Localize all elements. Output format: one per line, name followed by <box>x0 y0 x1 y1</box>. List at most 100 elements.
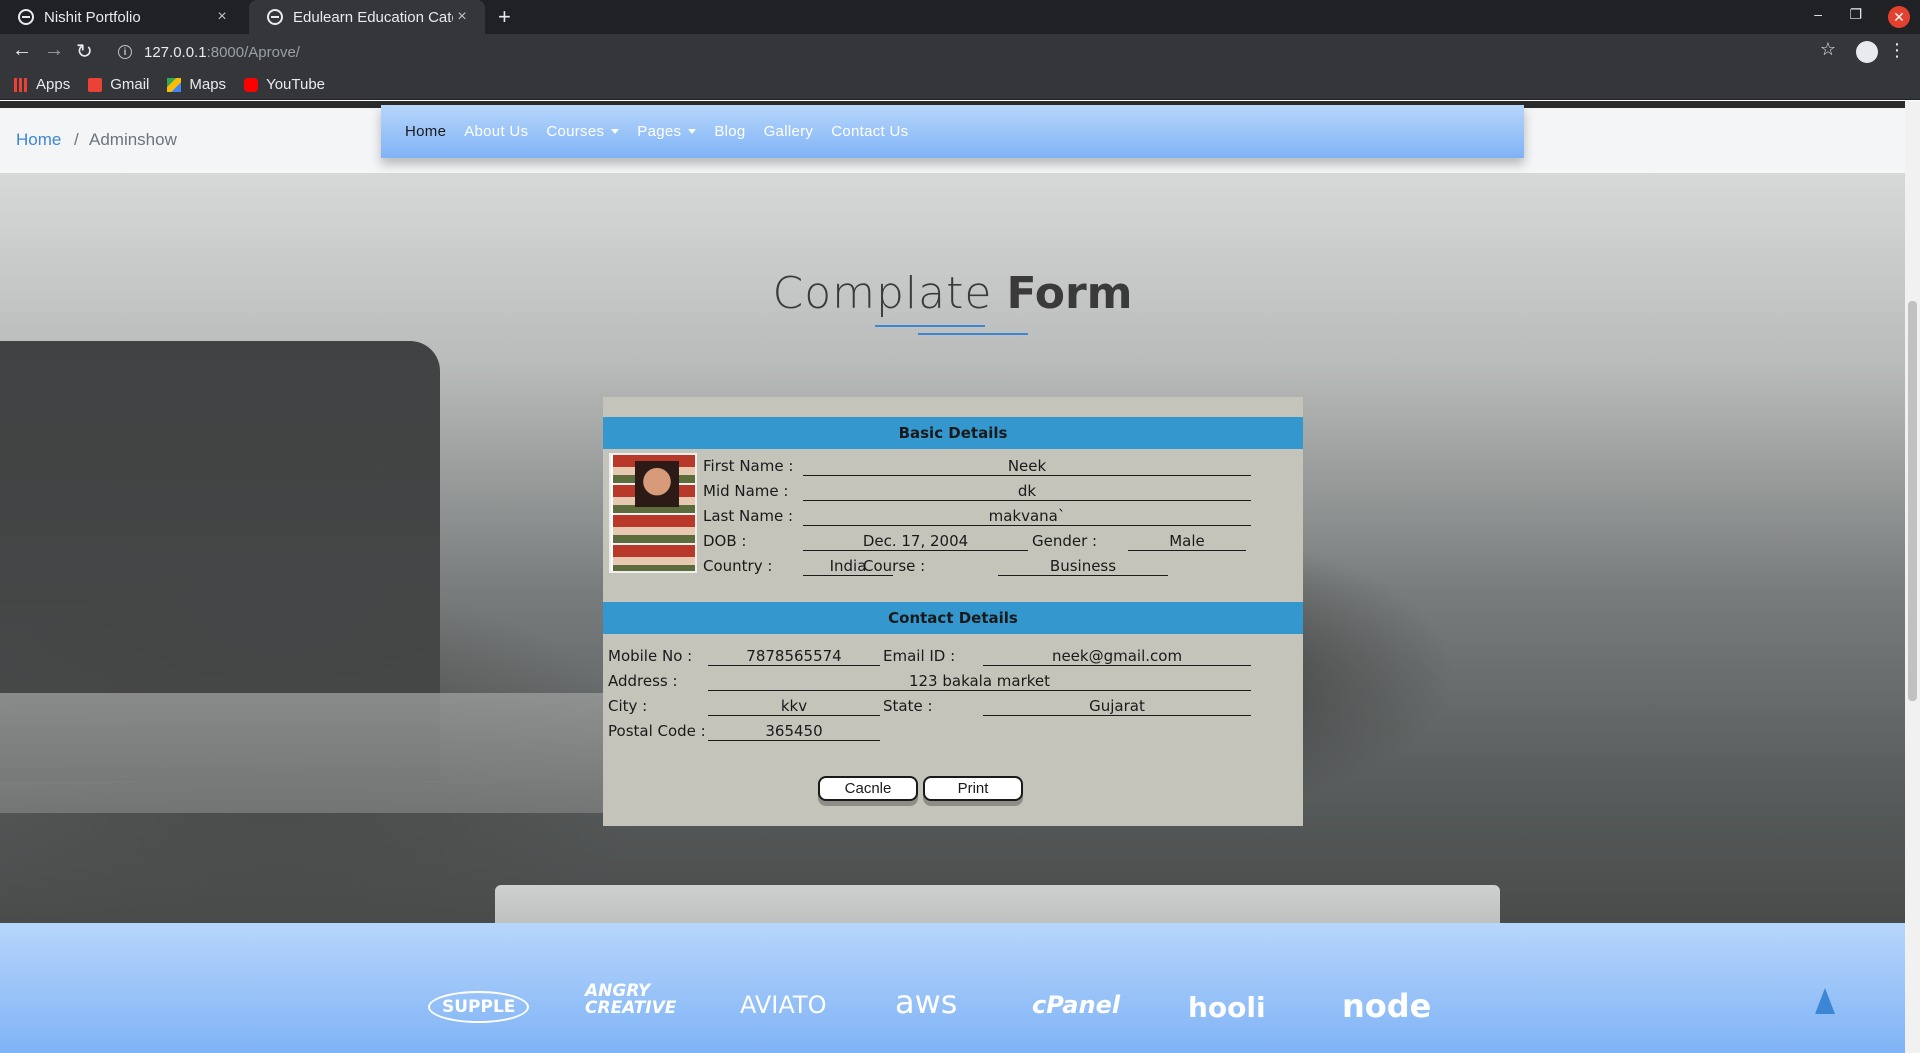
nav-home[interactable]: Home <box>405 123 446 140</box>
address-bar[interactable]: i 127.0.0.1:8000/Aprove/ <box>108 38 1824 66</box>
tab-title: Nishit Portfolio <box>44 8 141 26</box>
page-scrollbar[interactable] <box>1905 101 1920 1053</box>
postal-label: Postal Code : <box>608 722 706 740</box>
tab-nishit-portfolio[interactable]: Nishit Portfolio × <box>0 0 245 34</box>
basic-details-header: Basic Details <box>603 417 1303 449</box>
nav-about-us[interactable]: About Us <box>464 123 528 140</box>
url-path: :8000/Aprove/ <box>206 43 300 61</box>
address-value: 123 bakala market <box>708 672 1251 691</box>
contact-details-header: Contact Details <box>603 602 1303 634</box>
partner-logo-supple: SUPPLE <box>428 991 530 1023</box>
title-underline <box>875 325 985 327</box>
forward-icon[interactable]: → <box>44 39 64 62</box>
bookmark-star-icon[interactable]: ☆ <box>1820 39 1836 60</box>
new-tab-icon[interactable]: + <box>498 4 511 30</box>
background-laptop-base <box>0 693 700 813</box>
partner-logo-aws: aws <box>895 983 958 1021</box>
nav-contact-us[interactable]: Contact Us <box>831 123 908 140</box>
city-label: City : <box>608 697 648 715</box>
page-viewport: Home / Adminshow Complate Form Basic Det… <box>0 101 1905 1053</box>
nav-blog[interactable]: Blog <box>714 123 745 140</box>
bookmark-label: Gmail <box>110 76 150 93</box>
partner-logo-angry-creative: ANGRY CREATIVE <box>585 981 677 1018</box>
globe-icon <box>18 9 34 25</box>
gender-value: Male <box>1128 532 1246 551</box>
main-navbar: Home About Us Courses Pages Blog Gallery… <box>381 105 1524 158</box>
cancel-button[interactable]: Cacnle <box>818 776 918 801</box>
course-value: Business <box>998 557 1168 576</box>
menu-icon[interactable]: ⋮ <box>1888 40 1906 61</box>
back-icon[interactable]: ← <box>12 39 32 62</box>
country-label: Country : <box>703 557 773 575</box>
gmail-icon <box>88 77 103 92</box>
bookmark-apps[interactable]: Apps <box>14 76 70 93</box>
apps-icon <box>14 77 28 92</box>
bookmarks-bar: Apps Gmail Maps YouTube <box>0 70 1920 100</box>
profile-icon[interactable] <box>1856 41 1878 63</box>
back-to-top-icon[interactable] <box>1815 988 1835 1014</box>
scrollbar-thumb[interactable] <box>1908 301 1917 701</box>
browser-toolbar: ← → ↻ i 127.0.0.1:8000/Aprove/ ☆ ⋮ <box>0 34 1920 70</box>
nav-courses-label: Courses <box>546 123 605 140</box>
caret-down-icon <box>688 129 697 134</box>
dob-value: Dec. 17, 2004 <box>803 532 1028 551</box>
partner-logo-node: node <box>1342 987 1432 1025</box>
course-label: Course : <box>863 557 926 575</box>
nav-courses[interactable]: Courses <box>546 123 620 140</box>
close-tab-icon[interactable]: × <box>453 8 471 26</box>
nav-gallery[interactable]: Gallery <box>764 123 814 140</box>
mid-name-label: Mid Name : <box>703 482 789 500</box>
nav-pages-label: Pages <box>637 123 682 140</box>
gender-label: Gender : <box>1032 532 1098 550</box>
maps-icon <box>167 77 182 92</box>
bookmark-maps[interactable]: Maps <box>167 76 226 93</box>
close-tab-icon[interactable]: × <box>213 8 231 26</box>
address-label: Address : <box>608 672 678 690</box>
form-card: Basic Details First Name : Neek Mid Name… <box>603 397 1303 826</box>
title-bold: Form <box>1006 268 1133 319</box>
email-label: Email ID : <box>883 647 956 665</box>
partner-logo-aviato: AVIATO <box>740 991 827 1019</box>
globe-icon <box>267 9 283 25</box>
bookmark-label: Apps <box>36 76 71 93</box>
youtube-icon <box>244 77 259 92</box>
url-host: 127.0.0.1 <box>144 43 207 61</box>
mid-name-value: dk <box>803 482 1251 501</box>
breadcrumb-home-link[interactable]: Home <box>16 130 61 150</box>
city-value: kkv <box>708 697 880 716</box>
breadcrumb-separator: / <box>74 130 79 149</box>
print-button[interactable]: Print <box>923 776 1023 801</box>
state-label: State : <box>883 697 933 715</box>
hero-section: Complate Form Basic Details First Name :… <box>0 173 1905 923</box>
page-title: Complate Form <box>0 268 1905 319</box>
bookmark-youtube[interactable]: YouTube <box>244 76 325 93</box>
info-icon[interactable]: i <box>118 45 132 59</box>
profile-photo <box>609 453 697 573</box>
browser-tabstrip: Nishit Portfolio × Edulearn Education Ca… <box>0 0 1920 34</box>
reload-icon[interactable]: ↻ <box>76 39 93 64</box>
partner-logos: SUPPLE ANGRY CREATIVE AVIATO aws cPanel … <box>0 923 1905 1053</box>
first-name-label: First Name : <box>703 457 794 475</box>
last-name-value: makvana` <box>803 507 1251 526</box>
nav-pages[interactable]: Pages <box>637 123 697 140</box>
close-window-icon[interactable]: ✕ <box>1888 6 1910 28</box>
mobile-label: Mobile No : <box>608 647 693 665</box>
title-underline <box>918 333 1028 335</box>
tab-edulearn[interactable]: Edulearn Education Categ × <box>249 0 485 34</box>
email-value: neek@gmail.com <box>983 647 1251 666</box>
breadcrumb-current: Adminshow <box>89 130 177 149</box>
bookmark-label: YouTube <box>266 76 326 93</box>
last-name-label: Last Name : <box>703 507 794 525</box>
restore-icon[interactable]: ❐ <box>1849 6 1862 23</box>
partner-logo-hooli: hooli <box>1188 991 1266 1024</box>
title-light: Complate <box>772 268 993 319</box>
minimize-icon[interactable]: – <box>1814 6 1822 22</box>
first-name-value: Neek <box>803 457 1251 476</box>
mobile-value: 7878565574 <box>708 647 880 666</box>
bookmark-label: Maps <box>189 76 227 93</box>
tab-title: Edulearn Education Categ <box>293 8 453 26</box>
state-value: Gujarat <box>983 697 1251 716</box>
bookmark-gmail[interactable]: Gmail <box>88 76 149 93</box>
caret-down-icon <box>611 129 620 134</box>
partner-logo-cpanel: cPanel <box>1032 991 1121 1019</box>
